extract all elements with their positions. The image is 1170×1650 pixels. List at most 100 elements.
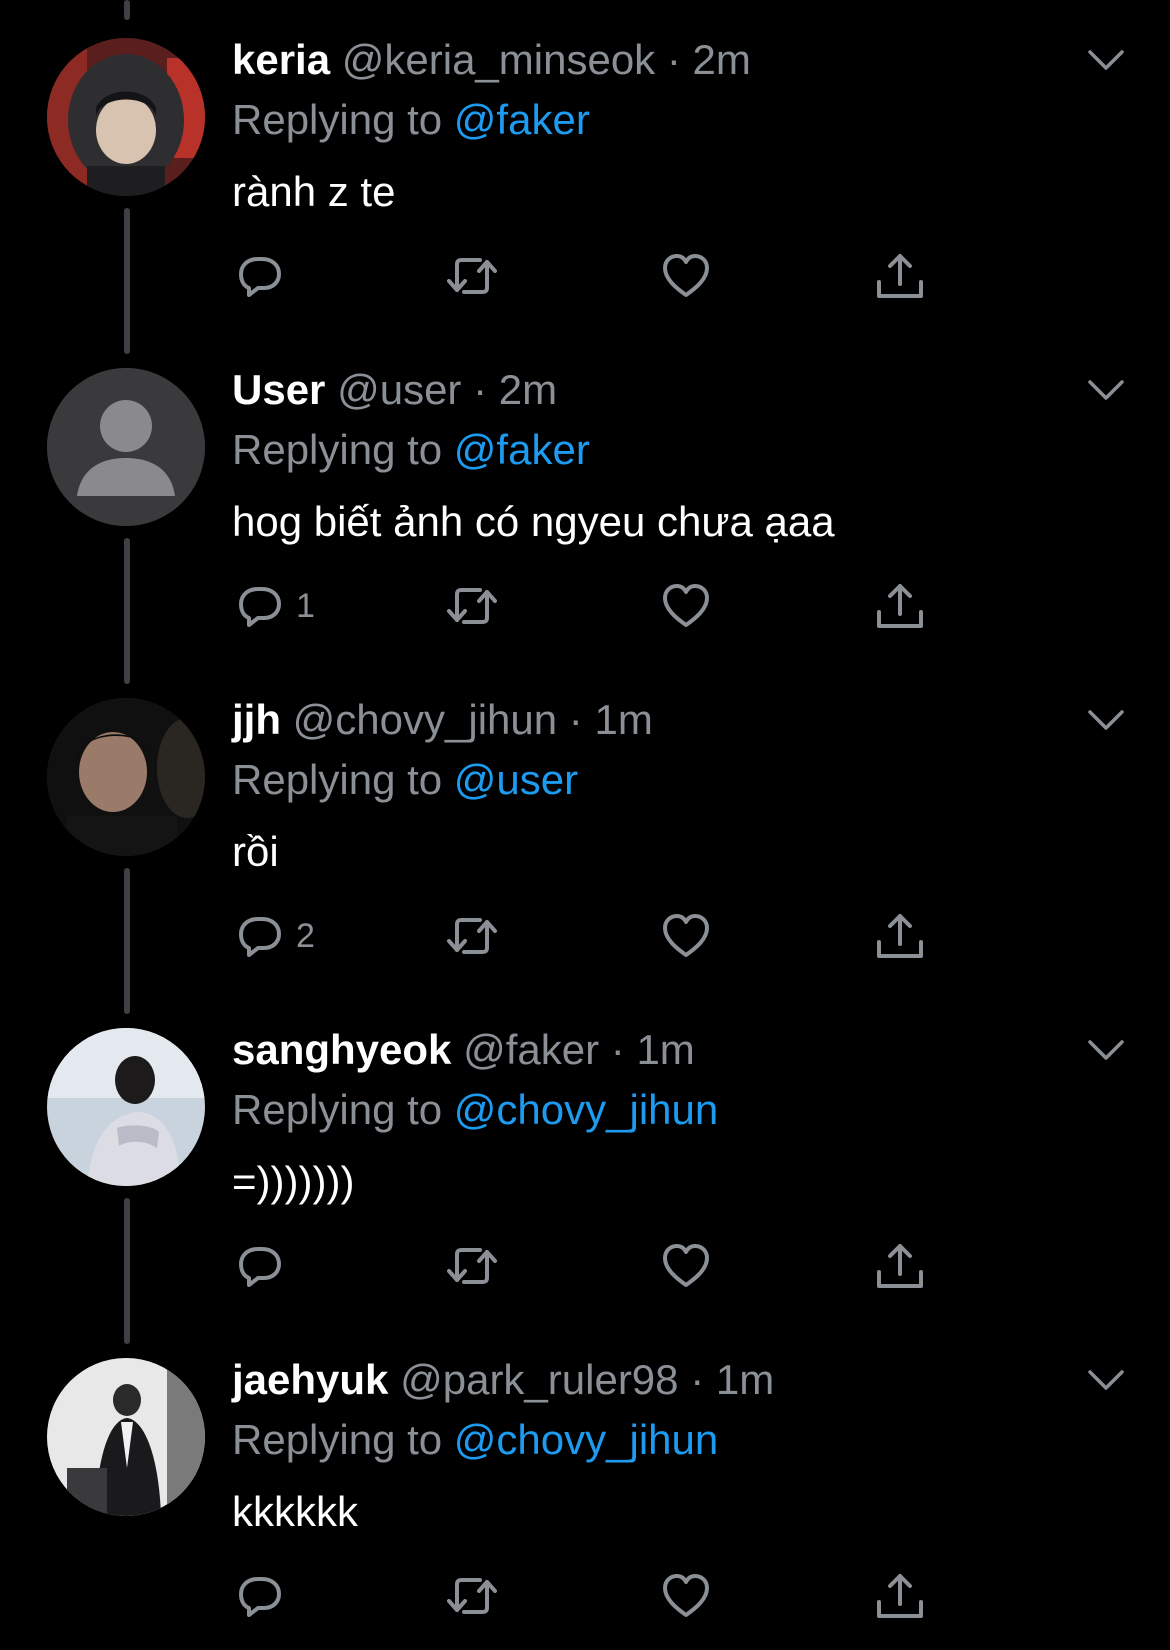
action-bar: 2: [232, 900, 952, 972]
tweet-header: User @user · 2m: [232, 362, 557, 418]
user-handle[interactable]: @chovy_jihun: [293, 696, 557, 743]
separator-dot: ·: [568, 696, 583, 743]
like-button[interactable]: [658, 570, 714, 642]
tweet-text: rành z te: [232, 168, 396, 215]
tweet-text: hog biết ảnh có ngyeu chưa ạaa: [232, 498, 835, 545]
share-button[interactable]: [872, 240, 928, 312]
timestamp[interactable]: 1m: [594, 696, 652, 743]
chevron-down-icon[interactable]: [1084, 1028, 1128, 1072]
replying-to-label: Replying to: [232, 756, 443, 803]
retweet-button[interactable]: [444, 1230, 500, 1302]
reply-icon: [232, 248, 288, 304]
replying-to: Replying to @chovy_jihun: [232, 1412, 718, 1468]
user-handle[interactable]: @keria_minseok: [342, 36, 655, 83]
reply-thread: keria @keria_minseok · 2m Replying to @f…: [0, 0, 1170, 1642]
mention-link[interactable]: @chovy_jihun: [454, 1086, 718, 1133]
reply-count: 1: [296, 586, 315, 625]
retweet-icon: [444, 908, 500, 964]
like-button[interactable]: [658, 240, 714, 312]
tweet[interactable]: keria @keria_minseok · 2m Replying to @f…: [0, 0, 1170, 330]
reply-button[interactable]: [232, 1230, 296, 1302]
action-bar: [232, 1560, 952, 1632]
mention-link[interactable]: @user: [454, 756, 578, 803]
reply-button[interactable]: 1: [232, 570, 315, 642]
tweet[interactable]: sanghyeok @faker · 1m Replying to @chovy…: [0, 990, 1170, 1320]
reply-button[interactable]: 2: [232, 900, 315, 972]
heart-icon: [658, 1238, 714, 1294]
action-bar: [232, 240, 952, 312]
user-handle[interactable]: @faker: [463, 1026, 599, 1073]
replying-to: Replying to @chovy_jihun: [232, 1082, 718, 1138]
separator-dot: ·: [610, 1026, 625, 1073]
display-name[interactable]: keria: [232, 36, 330, 83]
reply-count: 2: [296, 916, 315, 955]
reply-icon: [232, 1238, 288, 1294]
share-button[interactable]: [872, 1560, 928, 1632]
chevron-down-icon[interactable]: [1084, 368, 1128, 412]
retweet-icon: [444, 1238, 500, 1294]
separator-dot: ·: [690, 1356, 705, 1403]
display-name[interactable]: User: [232, 366, 325, 413]
action-bar: 1: [232, 570, 952, 642]
tweet-text: kkkkkk: [232, 1488, 358, 1535]
replying-to: Replying to @faker: [232, 422, 590, 478]
replying-to: Replying to @faker: [232, 92, 590, 148]
display-name[interactable]: jjh: [232, 696, 281, 743]
avatar[interactable]: [47, 698, 205, 856]
share-button[interactable]: [872, 570, 928, 642]
retweet-button[interactable]: [444, 240, 500, 312]
avatar[interactable]: [47, 368, 205, 526]
tweet-header: keria @keria_minseok · 2m: [232, 32, 751, 88]
replying-to-label: Replying to: [232, 1416, 443, 1463]
separator-dot: ·: [473, 366, 488, 413]
timestamp[interactable]: 2m: [693, 36, 751, 83]
heart-icon: [658, 248, 714, 304]
avatar[interactable]: [47, 1358, 205, 1516]
retweet-icon: [444, 1568, 500, 1624]
timestamp[interactable]: 1m: [636, 1026, 694, 1073]
reply-icon: [232, 1568, 288, 1624]
chevron-down-icon[interactable]: [1084, 698, 1128, 742]
share-button[interactable]: [872, 900, 928, 972]
avatar[interactable]: [47, 1028, 205, 1186]
retweet-button[interactable]: [444, 1560, 500, 1632]
like-button[interactable]: [658, 1230, 714, 1302]
user-handle[interactable]: @user: [337, 366, 461, 413]
retweet-icon: [444, 578, 500, 634]
reply-button[interactable]: [232, 1560, 296, 1632]
timestamp[interactable]: 2m: [499, 366, 557, 413]
replying-to-label: Replying to: [232, 96, 443, 143]
like-button[interactable]: [658, 1560, 714, 1632]
mention-link[interactable]: @faker: [454, 426, 590, 473]
share-icon: [872, 908, 928, 964]
display-name[interactable]: sanghyeok: [232, 1026, 451, 1073]
reply-button[interactable]: [232, 240, 296, 312]
retweet-button[interactable]: [444, 570, 500, 642]
heart-icon: [658, 908, 714, 964]
share-icon: [872, 1238, 928, 1294]
mention-link[interactable]: @chovy_jihun: [454, 1416, 718, 1463]
heart-icon: [658, 578, 714, 634]
tweet-text: =))))))): [232, 1158, 355, 1205]
mention-link[interactable]: @faker: [454, 96, 590, 143]
user-handle[interactable]: @park_ruler98: [400, 1356, 678, 1403]
tweet[interactable]: User @user · 2m Replying to @faker hog b…: [0, 330, 1170, 660]
share-icon: [872, 578, 928, 634]
tweet[interactable]: jaehyuk @park_ruler98 · 1m Replying to @…: [0, 1320, 1170, 1650]
retweet-button[interactable]: [444, 900, 500, 972]
chevron-down-icon[interactable]: [1084, 1358, 1128, 1402]
display-name[interactable]: jaehyuk: [232, 1356, 388, 1403]
retweet-icon: [444, 248, 500, 304]
chevron-down-icon[interactable]: [1084, 38, 1128, 82]
tweet-header: jaehyuk @park_ruler98 · 1m: [232, 1352, 774, 1408]
avatar[interactable]: [47, 38, 205, 196]
timestamp[interactable]: 1m: [716, 1356, 774, 1403]
tweet[interactable]: jjh @chovy_jihun · 1m Replying to @user …: [0, 660, 1170, 990]
heart-icon: [658, 1568, 714, 1624]
share-button[interactable]: [872, 1230, 928, 1302]
replying-to-label: Replying to: [232, 426, 443, 473]
share-icon: [872, 1568, 928, 1624]
separator-dot: ·: [666, 36, 681, 83]
like-button[interactable]: [658, 900, 714, 972]
share-icon: [872, 248, 928, 304]
